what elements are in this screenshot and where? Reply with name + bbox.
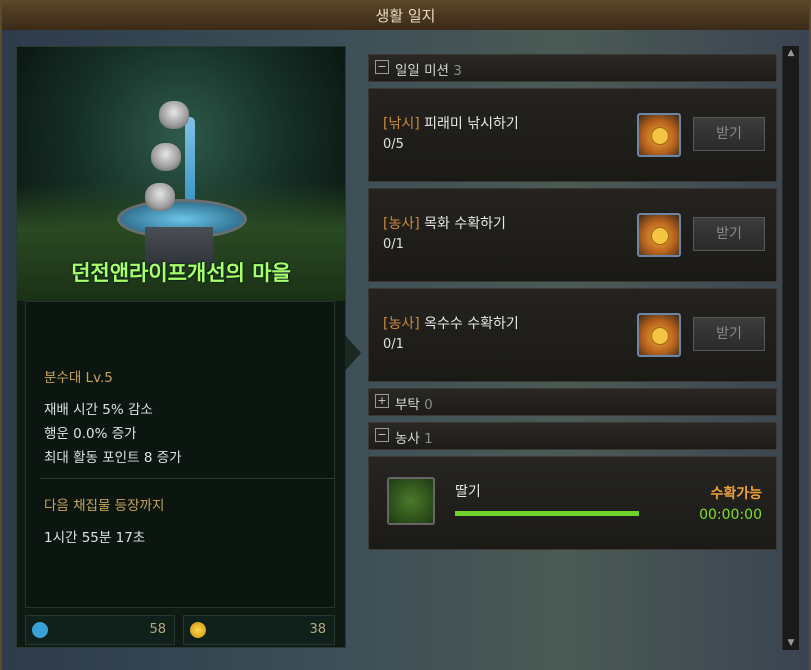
- effect-line: 최대 활동 포인트 8 증가: [44, 450, 182, 466]
- claim-button[interactable]: 받기: [693, 117, 765, 151]
- activity-points-value: 58: [149, 622, 166, 637]
- life-journal-window: 생활 일지 던전앤라이프개선의 마을 분수대 Lv.5 재배 시간 5% 감소 …: [0, 0, 811, 670]
- crop-progress-bar: [455, 511, 639, 516]
- mission-name: 피래미 낚시하기: [424, 116, 519, 132]
- mission-title: [낚시] 피래미 낚시하기: [383, 113, 519, 133]
- activity-points: 58: [25, 615, 175, 645]
- divider: [40, 478, 334, 479]
- mission-category: [농사]: [383, 216, 420, 232]
- coin-icon: [651, 127, 669, 145]
- effect-line: 행운 0.0% 증가: [44, 426, 137, 442]
- mission-item: [농사] 목화 수확하기 0/1 받기: [368, 188, 777, 282]
- mission-category: [낚시]: [383, 116, 420, 132]
- coin-count: 38: [183, 615, 335, 645]
- reward-bag-icon[interactable]: [637, 113, 681, 157]
- collapse-icon[interactable]: −: [375, 60, 389, 74]
- mission-item: [농사] 옥수수 수확하기 0/1 받기: [368, 288, 777, 382]
- raccoon-statue: [159, 101, 189, 129]
- mission-category: [농사]: [383, 316, 420, 332]
- mission-panel: − 일일 미션 3 [낚시] 피래미 낚시하기 0/5 받기 [농사] 목화 수…: [364, 46, 779, 646]
- facility-level: 분수대 Lv.5: [44, 370, 113, 386]
- facility-info: 분수대 Lv.5 재배 시간 5% 감소 행운 0.0% 증가 최대 활동 포인…: [25, 301, 335, 608]
- crop-name: 딸기: [455, 484, 481, 500]
- coin-icon: [190, 622, 206, 638]
- request-header[interactable]: + 부탁 0: [368, 388, 777, 416]
- section-label: 일일 미션 3: [395, 63, 462, 79]
- next-harvest-label: 다음 채집물 등장까지: [44, 498, 165, 514]
- crop-timer: 00:00:00: [699, 507, 762, 523]
- farming-header[interactable]: − 농사 1: [368, 422, 777, 450]
- coin-icon: [651, 227, 669, 245]
- strawberry-icon: [387, 477, 435, 525]
- scrollbar[interactable]: ▲ ▼: [782, 46, 799, 650]
- claim-button[interactable]: 받기: [693, 317, 765, 351]
- village-name: 던전앤라이프개선의 마을: [71, 261, 291, 285]
- claim-button[interactable]: 받기: [693, 217, 765, 251]
- coin-icon: [651, 327, 669, 345]
- mission-item: [낚시] 피래미 낚시하기 0/5 받기: [368, 88, 777, 182]
- mission-name: 옥수수 수확하기: [424, 316, 519, 332]
- collapse-icon[interactable]: −: [375, 428, 389, 442]
- scroll-down-arrow-icon[interactable]: ▼: [783, 636, 799, 650]
- raccoon-statue: [151, 143, 181, 171]
- mission-progress: 0/5: [383, 137, 404, 152]
- raccoon-statue: [145, 183, 175, 211]
- mission-progress: 0/1: [383, 237, 404, 252]
- expand-icon[interactable]: +: [375, 394, 389, 408]
- reward-bag-icon[interactable]: [637, 213, 681, 257]
- coin-value: 38: [309, 622, 326, 637]
- section-label: 농사 1: [395, 431, 433, 447]
- mission-progress: 0/1: [383, 337, 404, 352]
- panel-pointer: [345, 335, 361, 371]
- daily-mission-header[interactable]: − 일일 미션 3: [368, 54, 777, 82]
- window-title: 생활 일지: [2, 2, 809, 31]
- paw-icon: [32, 622, 48, 638]
- mission-title: [농사] 목화 수확하기: [383, 213, 506, 233]
- village-scene: 던전앤라이프개선의 마을: [17, 47, 345, 301]
- mission-name: 목화 수확하기: [424, 216, 506, 232]
- crop-status: 수확가능: [710, 486, 762, 502]
- fountain-water: [185, 117, 195, 207]
- crop-item[interactable]: 딸기 수확가능 00:00:00: [368, 456, 777, 550]
- reward-bag-icon[interactable]: [637, 313, 681, 357]
- effect-line: 재배 시간 5% 감소: [44, 402, 153, 418]
- next-harvest-time: 1시간 55분 17초: [44, 530, 146, 546]
- section-label: 부탁 0: [395, 397, 433, 413]
- scroll-up-arrow-icon[interactable]: ▲: [783, 46, 799, 60]
- mission-title: [농사] 옥수수 수확하기: [383, 313, 519, 333]
- crop-progress-fill: [455, 511, 639, 516]
- village-panel: 던전앤라이프개선의 마을 분수대 Lv.5 재배 시간 5% 감소 행운 0.0…: [16, 46, 361, 648]
